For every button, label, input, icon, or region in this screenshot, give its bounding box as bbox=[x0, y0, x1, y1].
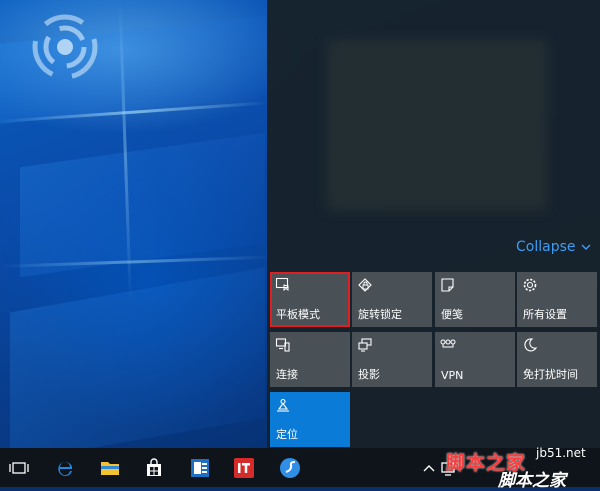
browser-app-icon[interactable] bbox=[279, 457, 301, 479]
location-icon bbox=[277, 398, 289, 412]
tile-label: 免打扰时间 bbox=[523, 368, 578, 381]
tile-label: 便笺 bbox=[441, 308, 463, 321]
swirl-logo-icon bbox=[32, 14, 98, 80]
note-icon bbox=[441, 278, 454, 292]
tile-tablet-mode[interactable]: 平板模式 bbox=[270, 272, 350, 327]
file-explorer-icon[interactable] bbox=[99, 457, 121, 479]
tile-label: 定位 bbox=[276, 428, 298, 441]
chevron-up-icon[interactable] bbox=[418, 457, 440, 479]
tile-label: VPN bbox=[441, 369, 464, 382]
store-icon[interactable] bbox=[143, 457, 165, 479]
tile-label: 连接 bbox=[276, 368, 298, 381]
watermark-site: jb51.net bbox=[536, 446, 586, 460]
tile-all-settings[interactable]: 所有设置 bbox=[517, 272, 597, 327]
tablet-mode-icon bbox=[275, 277, 289, 291]
collapse-label: Collapse bbox=[516, 239, 576, 255]
moon-icon bbox=[524, 338, 538, 352]
tile-vpn[interactable]: VPN bbox=[435, 332, 515, 387]
project-icon bbox=[358, 338, 372, 352]
watermark-brand: 脚本之家 bbox=[498, 471, 566, 491]
gear-icon bbox=[523, 278, 537, 292]
tile-label: 投影 bbox=[358, 368, 380, 381]
connect-icon bbox=[275, 338, 290, 352]
chevron-down-icon bbox=[581, 244, 590, 250]
tile-quiet-hours[interactable]: 免打扰时间 bbox=[517, 332, 597, 387]
tile-label: 平板模式 bbox=[276, 308, 320, 321]
vpn-icon bbox=[440, 339, 456, 348]
tile-note[interactable]: 便笺 bbox=[435, 272, 515, 327]
collapse-button[interactable]: Collapse bbox=[516, 239, 592, 255]
edge-icon[interactable] bbox=[54, 457, 76, 479]
ithome-app-icon[interactable] bbox=[233, 457, 255, 479]
tile-label: 旋转锁定 bbox=[358, 308, 402, 321]
tile-connect[interactable]: 连接 bbox=[270, 332, 350, 387]
tile-project[interactable]: 投影 bbox=[352, 332, 432, 387]
outlook-icon[interactable] bbox=[189, 457, 211, 479]
tile-location[interactable]: 定位 bbox=[270, 392, 350, 447]
rotation-lock-icon bbox=[358, 278, 372, 292]
task-view-icon[interactable] bbox=[8, 457, 30, 479]
tile-label: 所有设置 bbox=[523, 308, 567, 321]
tile-rotation-lock[interactable]: 旋转锁定 bbox=[352, 272, 432, 327]
